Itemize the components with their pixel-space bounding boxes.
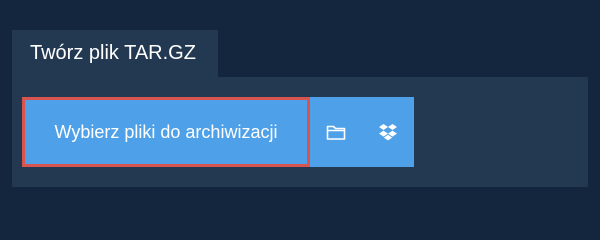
- tab-create-targz[interactable]: Twórz plik TAR.GZ: [12, 30, 218, 77]
- choose-files-label: Wybierz pliki do archiwizacji: [54, 121, 278, 142]
- choose-files-button[interactable]: Wybierz pliki do archiwizacji: [22, 97, 310, 167]
- folder-icon: [326, 124, 346, 141]
- tab-title: Twórz plik TAR.GZ: [30, 42, 196, 64]
- dropbox-icon: [378, 123, 398, 142]
- dropbox-upload-button[interactable]: [362, 97, 414, 167]
- folder-upload-button[interactable]: [310, 97, 362, 167]
